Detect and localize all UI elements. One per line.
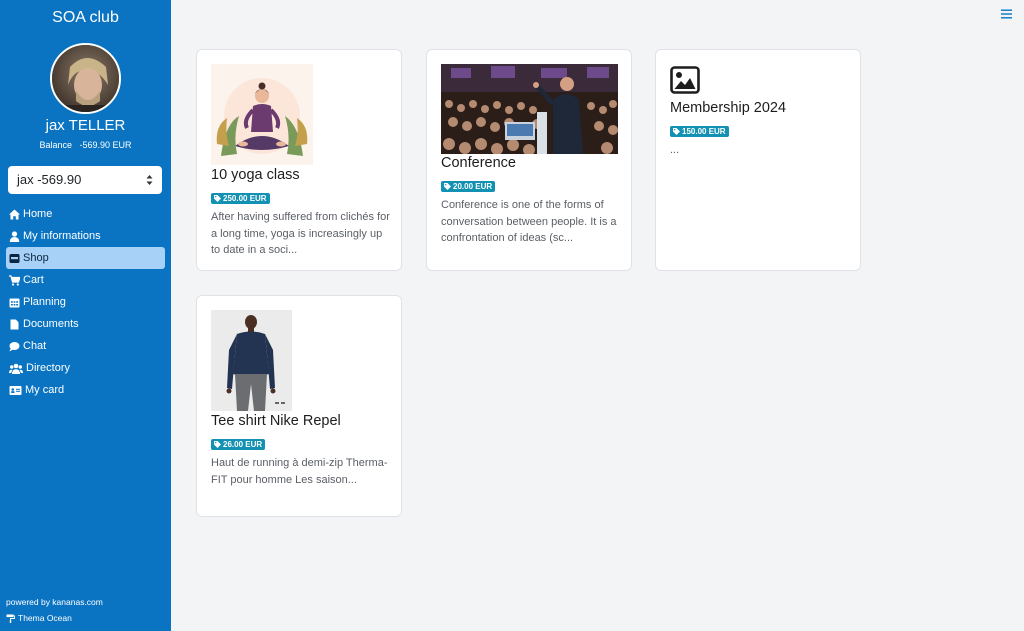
tag-icon bbox=[673, 128, 680, 135]
sidebar-item-label: Documents bbox=[23, 318, 79, 330]
price-value: 150.00 EUR bbox=[682, 127, 726, 136]
tag-icon bbox=[214, 441, 221, 448]
tee-shirt-photo bbox=[211, 310, 292, 411]
cart-icon bbox=[9, 274, 20, 286]
chat-icon bbox=[9, 341, 20, 352]
tag-icon bbox=[444, 183, 451, 190]
sidebar-item-label: Home bbox=[23, 208, 53, 220]
sidebar-item-directory[interactable]: Directory bbox=[6, 357, 165, 379]
id-card-icon bbox=[9, 385, 22, 396]
product-card[interactable]: Tee shirt Nike Repel 26.00 EUR Haut de r… bbox=[196, 295, 402, 517]
calendar-icon bbox=[9, 297, 20, 308]
balance-info: Balance -569.90 EUR bbox=[0, 140, 171, 150]
powered-by-link[interactable]: powered by kananas.com bbox=[6, 597, 103, 607]
users-icon bbox=[9, 363, 23, 374]
sidebar-item-my-card[interactable]: My card bbox=[6, 379, 165, 401]
sidebar-item-my-informations[interactable]: My informations bbox=[6, 225, 165, 247]
sidebar-nav: Home My informations Shop Cart Planning bbox=[0, 203, 171, 401]
product-description: Haut de running à demi-zip Therma-FIT po… bbox=[211, 457, 388, 486]
store-icon bbox=[9, 253, 20, 264]
product-card[interactable]: Conference 20.00 EUR Conference is one o… bbox=[426, 49, 632, 271]
price-value: 20.00 EUR bbox=[453, 182, 493, 191]
product-card[interactable]: 10 yoga class 250.00 EUR After having su… bbox=[196, 49, 402, 271]
sidebar-item-shop[interactable]: Shop bbox=[6, 247, 165, 269]
select-caret-icon bbox=[146, 174, 153, 186]
tag-icon bbox=[214, 195, 221, 202]
sidebar-item-cart[interactable]: Cart bbox=[6, 269, 165, 291]
product-description: Conference is one of the forms of conver… bbox=[441, 199, 617, 244]
sidebar-item-label: Chat bbox=[23, 340, 47, 352]
price-badge: 26.00 EUR bbox=[211, 439, 266, 450]
sidebar-item-label: Cart bbox=[23, 274, 44, 286]
sidebar-item-chat[interactable]: Chat bbox=[6, 335, 165, 357]
sidebar-item-planning[interactable]: Planning bbox=[6, 291, 165, 313]
sidebar-item-label: My card bbox=[25, 384, 65, 396]
price-value: 26.00 EUR bbox=[223, 440, 263, 449]
balance-value: -569.90 EUR bbox=[79, 140, 132, 150]
product-title[interactable]: 10 yoga class bbox=[211, 167, 300, 183]
balance-label: Balance bbox=[39, 140, 72, 150]
sidebar: SOA club jax TELLER Balance -569.90 EUR … bbox=[0, 0, 171, 631]
yoga-illustration bbox=[211, 64, 313, 165]
document-icon bbox=[9, 319, 20, 330]
sidebar-item-label: My informations bbox=[23, 230, 101, 242]
user-icon bbox=[9, 230, 20, 242]
balance-select-value: jax -569.90 bbox=[17, 172, 82, 187]
price-badge: 20.00 EUR bbox=[441, 181, 496, 192]
club-name: SOA club bbox=[52, 9, 119, 26]
sidebar-item-label: Shop bbox=[23, 252, 49, 264]
product-title[interactable]: Tee shirt Nike Repel bbox=[211, 413, 341, 429]
price-badge: 250.00 EUR bbox=[211, 193, 270, 204]
product-card[interactable]: Membership 2024 150.00 EUR ... bbox=[655, 49, 861, 271]
sidebar-item-label: Directory bbox=[26, 362, 71, 374]
image-placeholder-icon bbox=[670, 66, 700, 94]
product-title[interactable]: Membership 2024 bbox=[670, 100, 786, 116]
balance-select[interactable]: jax -569.90 bbox=[8, 166, 162, 194]
theme-selector[interactable]: Thema Ocean bbox=[6, 613, 72, 623]
price-value: 250.00 EUR bbox=[223, 194, 267, 203]
paint-roller-icon bbox=[6, 614, 15, 623]
conference-photo bbox=[441, 64, 618, 154]
sidebar-item-home[interactable]: Home bbox=[6, 203, 165, 225]
product-description: After having suffered from clichés for a… bbox=[211, 211, 390, 256]
avatar[interactable] bbox=[50, 43, 121, 114]
menu-toggle-icon[interactable] bbox=[1001, 6, 1012, 19]
home-icon bbox=[9, 209, 20, 220]
product-description: ... bbox=[670, 144, 680, 156]
theme-label: Thema Ocean bbox=[18, 613, 72, 623]
user-name: jax TELLER bbox=[45, 117, 126, 134]
sidebar-item-documents[interactable]: Documents bbox=[6, 313, 165, 335]
price-badge: 150.00 EUR bbox=[670, 126, 729, 137]
sidebar-item-label: Planning bbox=[23, 296, 66, 308]
product-title[interactable]: Conference bbox=[441, 155, 516, 171]
